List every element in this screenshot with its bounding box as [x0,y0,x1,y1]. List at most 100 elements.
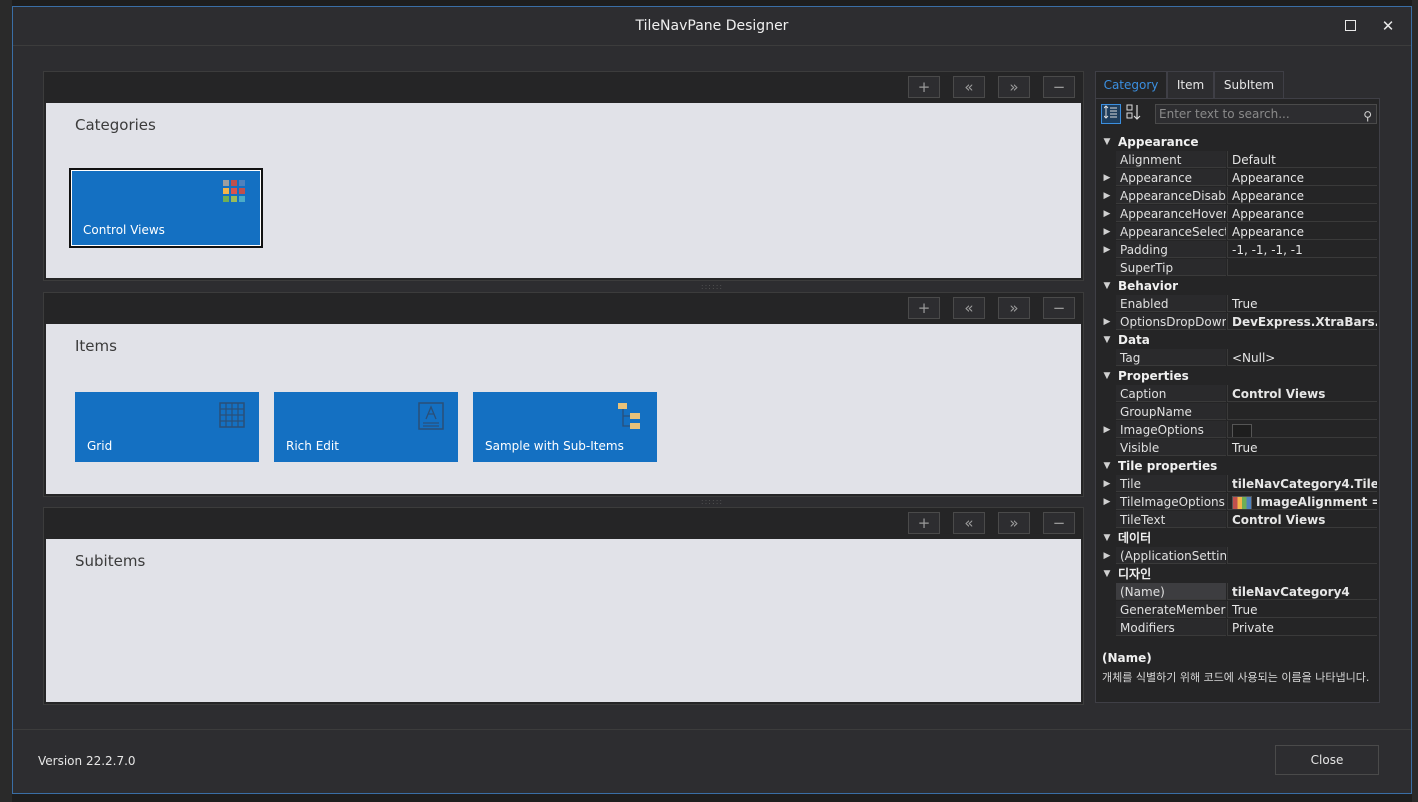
move-category-right-button[interactable]: » [998,76,1030,98]
property-value[interactable]: Control Views [1227,385,1377,402]
palette-grid-icon [223,180,247,207]
hierarchy-icon [617,402,643,433]
collapse-arrow-icon[interactable]: ▼ [1100,277,1114,295]
move-item-right-button[interactable]: » [998,297,1030,319]
property-category-row[interactable]: ▼ Appearance [1100,133,1377,151]
title-bar[interactable]: TileNavPane Designer ✕ [13,7,1411,45]
property-row[interactable]: ▶ TileImageOptions ImageAlignment = [1100,493,1377,511]
property-row[interactable]: ▶AppearanceSelected Appearance [1100,223,1377,241]
alphabetical-sort-button[interactable] [1124,104,1144,124]
remove-item-button[interactable]: − [1043,297,1075,319]
move-item-left-button[interactable]: « [953,297,985,319]
item-tile-sample-sub-items[interactable]: Sample with Sub-Items [473,392,657,462]
property-category-row[interactable]: ▼ 데이터 [1100,529,1377,547]
property-value[interactable]: Default [1227,151,1377,168]
property-category-row[interactable]: ▼ Properties [1100,367,1377,385]
property-value[interactable]: -1, -1, -1, -1 [1227,241,1377,258]
categories-area[interactable]: Categories Control Views [46,103,1081,278]
expand-arrow-icon[interactable]: ▶ [1100,475,1114,493]
property-row[interactable]: ▶ ImageOptions [1100,421,1377,439]
property-row[interactable]: GroupName [1100,403,1377,421]
property-category-row[interactable]: ▼ Behavior [1100,277,1377,295]
property-row[interactable]: ▶ Padding -1, -1, -1, -1 [1100,241,1377,259]
add-subitem-button[interactable]: + [908,512,940,534]
property-row[interactable]: ▶ Tile tileNavCategory4.Tile [1100,475,1377,493]
property-row[interactable]: ▶(ApplicationSettings) [1100,547,1377,565]
expand-arrow-icon[interactable]: ▶ [1100,493,1114,511]
property-value[interactable]: True [1227,295,1377,312]
expand-arrow-icon[interactable]: ▶ [1100,187,1114,205]
add-category-button[interactable]: + [908,76,940,98]
property-row[interactable]: SuperTip [1100,259,1377,277]
items-area[interactable]: Items Grid Rich Edit Sample with Sub-Ite… [46,324,1081,494]
property-value[interactable] [1227,547,1377,564]
property-row[interactable]: Caption Control Views [1100,385,1377,403]
property-row[interactable]: GenerateMember True [1100,601,1377,619]
property-row[interactable]: (Name) tileNavCategory4 [1100,583,1377,601]
property-value[interactable] [1227,421,1377,438]
tab-subitem[interactable]: SubItem [1214,71,1284,98]
property-value[interactable] [1227,259,1377,276]
property-value[interactable]: Private [1227,619,1377,636]
expand-arrow-icon[interactable]: ▶ [1100,241,1114,259]
property-search-input[interactable]: Enter text to search... ⚲ [1155,104,1377,124]
property-value[interactable] [1227,403,1377,420]
property-value[interactable]: Appearance [1227,169,1377,186]
property-value-text: -1, -1, -1, -1 [1232,243,1303,257]
property-value[interactable]: tileNavCategory4 [1227,583,1377,600]
remove-subitem-button[interactable]: − [1043,512,1075,534]
tab-category[interactable]: Category [1095,71,1167,98]
collapse-arrow-icon[interactable]: ▼ [1100,457,1114,475]
item-tile-rich-edit[interactable]: Rich Edit [274,392,458,462]
move-subitem-left-button[interactable]: « [953,512,985,534]
expand-arrow-icon[interactable]: ▶ [1100,313,1114,331]
property-row[interactable]: ▶AppearanceHovered Appearance [1100,205,1377,223]
add-item-button[interactable]: + [908,297,940,319]
categorized-view-button[interactable] [1101,104,1121,124]
collapse-arrow-icon[interactable]: ▼ [1100,331,1114,349]
property-row[interactable]: Modifiers Private [1100,619,1377,637]
property-row[interactable]: ▶AppearanceDisabled Appearance [1100,187,1377,205]
property-row[interactable]: ▶ Appearance Appearance [1100,169,1377,187]
item-tile-grid[interactable]: Grid [75,392,259,462]
property-category-row[interactable]: ▼ 디자인 [1100,565,1377,583]
property-value[interactable]: Appearance [1227,187,1377,204]
expand-arrow-icon[interactable]: ▶ [1100,223,1114,241]
collapse-arrow-icon[interactable]: ▼ [1100,367,1114,385]
property-value[interactable]: tileNavCategory4.Tile [1227,475,1377,492]
property-value[interactable]: ImageAlignment = [1227,493,1377,510]
property-row[interactable]: Visible True [1100,439,1377,457]
property-value[interactable]: Appearance [1227,223,1377,240]
remove-category-button[interactable]: − [1043,76,1075,98]
move-subitem-right-button[interactable]: » [998,512,1030,534]
property-value[interactable]: True [1227,439,1377,456]
category-tile[interactable]: Control Views [69,168,263,248]
move-category-left-button[interactable]: « [953,76,985,98]
property-value[interactable]: Control Views [1227,511,1377,528]
property-row[interactable]: Tag <Null> [1100,349,1377,367]
expand-arrow-icon[interactable]: ▶ [1100,547,1114,565]
property-row[interactable]: TileText Control Views [1100,511,1377,529]
expand-arrow-icon[interactable]: ▶ [1100,169,1114,187]
window-close-button[interactable]: ✕ [1377,15,1399,37]
property-value[interactable]: <Null> [1227,349,1377,366]
expand-arrow-icon[interactable]: ▶ [1100,205,1114,223]
expand-arrow-icon[interactable]: ▶ [1100,421,1114,439]
property-row[interactable]: ▶OptionsDropDown DevExpress.XtraBars.Nav [1100,313,1377,331]
category-name: Appearance [1118,135,1199,149]
property-row[interactable]: Alignment Default [1100,151,1377,169]
close-button[interactable]: Close [1275,745,1379,775]
property-value[interactable]: True [1227,601,1377,618]
collapse-arrow-icon[interactable]: ▼ [1100,133,1114,151]
property-category-row[interactable]: ▼ Tile properties [1100,457,1377,475]
property-value[interactable]: Appearance [1227,205,1377,222]
collapse-arrow-icon[interactable]: ▼ [1100,565,1114,583]
property-category-row[interactable]: ▼ Data [1100,331,1377,349]
property-row[interactable]: Enabled True [1100,295,1377,313]
tab-item[interactable]: Item [1167,71,1214,98]
maximize-button[interactable] [1339,15,1361,37]
collapse-arrow-icon[interactable]: ▼ [1100,529,1114,547]
property-tabs: Category Item SubItem [1095,71,1380,98]
subitems-area[interactable]: Subitems [46,539,1081,702]
property-value[interactable]: DevExpress.XtraBars.Nav [1227,313,1377,330]
